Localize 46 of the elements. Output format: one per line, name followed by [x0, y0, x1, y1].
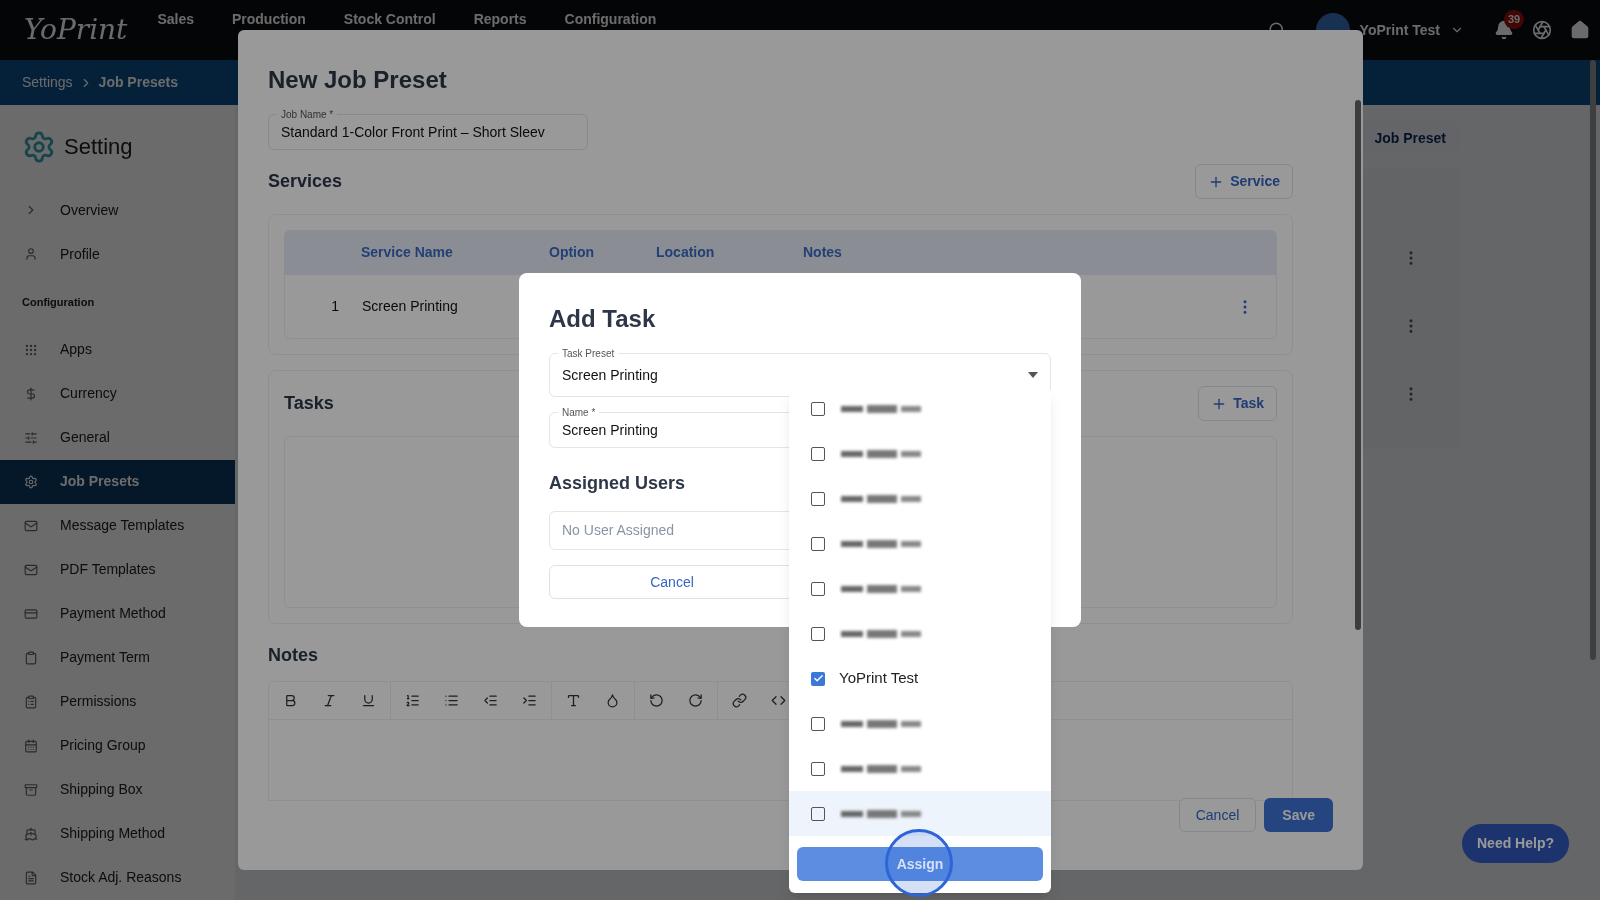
- nav-link[interactable]: Sales: [157, 11, 194, 27]
- dialog-title: New Job Preset: [268, 65, 448, 95]
- sidebar-item[interactable]: Payment Term: [0, 635, 235, 680]
- column-header: Service Name: [361, 243, 454, 262]
- row-number: 1: [330, 297, 340, 316]
- section-title: Notes: [268, 644, 319, 667]
- section-heading: Configuration: [22, 294, 95, 310]
- section-title: Tasks: [284, 392, 334, 415]
- breadcrumb-link[interactable]: Settings: [22, 72, 73, 93]
- sidebar-item[interactable]: Shipping Box: [0, 767, 235, 812]
- add-task-button[interactable]: Task: [1198, 386, 1277, 421]
- help-button[interactable]: Need Help?: [1462, 824, 1569, 863]
- column-header: Option: [549, 243, 596, 262]
- nav-link[interactable]: Stock Control: [343, 11, 436, 27]
- user-option[interactable]: YoPrint Test: [789, 656, 1051, 701]
- table-cell-text: Screen Printing: [362, 297, 458, 316]
- assign-button[interactable]: Assign: [797, 847, 1043, 881]
- sidebar-title: Setting: [64, 133, 133, 162]
- notification-badge: 39: [1504, 10, 1525, 29]
- sidebar-item[interactable]: Shipping Method: [0, 811, 235, 856]
- user-name[interactable]: YoPrint Test: [1359, 19, 1440, 41]
- nav-link[interactable]: Configuration: [564, 11, 657, 27]
- section-title: Services: [268, 170, 343, 193]
- dialog-title: Add Task: [549, 304, 657, 334]
- user-name: YoPrint Test: [839, 668, 919, 689]
- save-button[interactable]: Save: [1264, 798, 1333, 832]
- sidebar-item[interactable]: Currency: [0, 371, 235, 416]
- column-header: Location: [656, 243, 716, 262]
- nav-link[interactable]: Reports: [473, 11, 527, 27]
- cancel-button[interactable]: Cancel: [1178, 798, 1257, 832]
- sidebar-item[interactable]: Pricing Group: [0, 723, 235, 768]
- sidebar-item[interactable]: Payment Method: [0, 591, 235, 636]
- add-service-button[interactable]: Service: [1195, 164, 1293, 199]
- sidebar-item[interactable]: PDF Templates: [0, 547, 235, 592]
- sidebar-item[interactable]: Job Presets: [0, 459, 235, 504]
- logo[interactable]: YoPrint: [24, 9, 128, 51]
- sidebar-item[interactable]: Apps: [0, 327, 235, 372]
- sidebar-item[interactable]: Stock Adj. Reasons: [0, 855, 235, 900]
- section-title: Assigned Users: [549, 472, 687, 495]
- breadcrumb-current: Job Presets: [98, 73, 178, 92]
- sidebar-item[interactable]: General: [0, 415, 235, 460]
- sidebar-item[interactable]: Permissions: [0, 679, 235, 724]
- sidebar-item[interactable]: Overview: [0, 188, 235, 233]
- column-header: Notes: [803, 243, 843, 262]
- sidebar-item[interactable]: Profile: [0, 232, 235, 277]
- nav-link[interactable]: Production: [231, 11, 306, 27]
